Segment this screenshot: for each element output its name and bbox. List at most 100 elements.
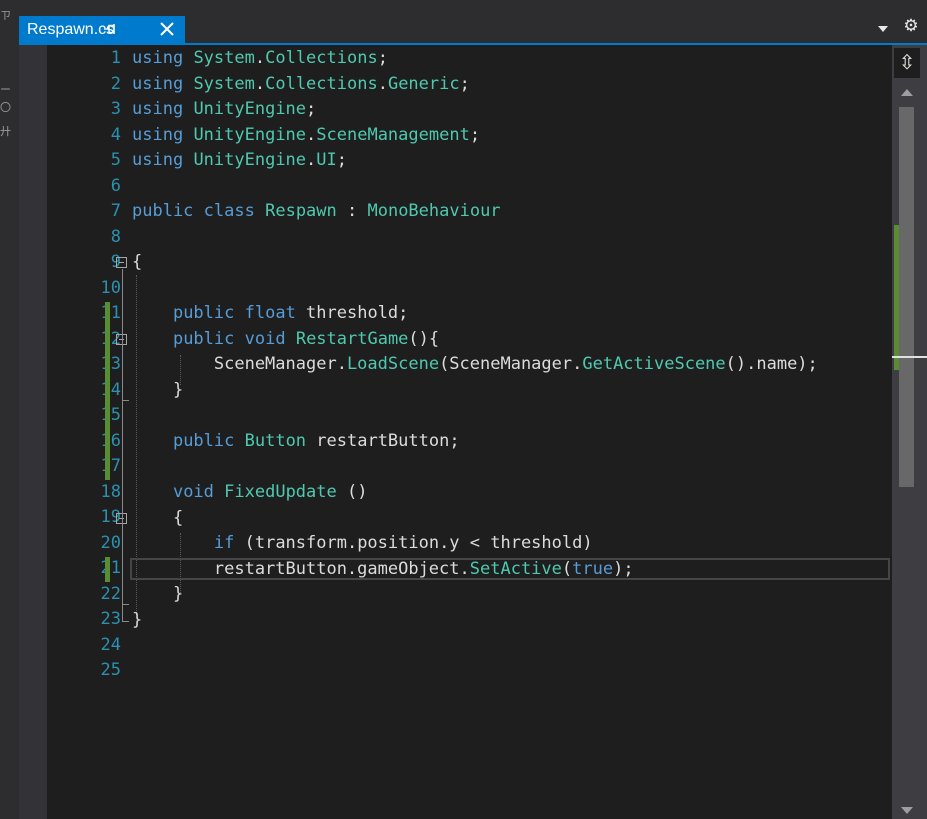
line-number: 24 — [100, 634, 121, 655]
code-token: SceneManagement — [316, 125, 470, 145]
chevron-down-icon[interactable] — [876, 22, 890, 36]
code-token: . — [306, 150, 317, 170]
code-token: class — [203, 201, 255, 221]
line-number: 14 — [100, 379, 121, 400]
caret-position-marker — [892, 356, 927, 358]
code-token: float — [244, 303, 296, 323]
code-token: using — [132, 150, 184, 170]
code-line[interactable]: { — [132, 506, 183, 531]
left-strip-glyph: 〇 — [0, 102, 11, 114]
code-line[interactable]: restartButton.gameObject.SetActive(true)… — [132, 557, 634, 582]
code-line[interactable]: if (transform.position.y < threshold) — [132, 531, 593, 556]
scrollbar-thumb[interactable] — [899, 107, 914, 487]
line-number: 12 — [100, 328, 121, 349]
code-line[interactable]: } — [132, 378, 183, 403]
fold-line — [122, 400, 129, 401]
code-token: () — [336, 482, 368, 502]
line-number: 21 — [100, 558, 121, 578]
code-token: Respawn — [265, 201, 337, 221]
code-line[interactable]: public float threshold; — [132, 301, 408, 326]
code-token: ; — [469, 125, 481, 145]
code-token: . — [254, 48, 266, 68]
code-token: public — [172, 431, 235, 451]
fold-toggle[interactable] — [116, 257, 127, 268]
change-marker — [105, 302, 110, 480]
code-token: SetActive — [469, 559, 562, 579]
code-token: ; — [306, 99, 317, 119]
tab-respawn-cs[interactable]: Respawn.cs — [19, 16, 185, 43]
code-token: using — [132, 99, 184, 119]
line-number: 6 — [110, 175, 121, 196]
code-token: FixedUpdate — [224, 482, 337, 502]
code-token: Generic — [387, 74, 460, 94]
line-number: 16 — [100, 430, 121, 451]
scroll-down-icon[interactable] — [900, 805, 914, 817]
line-number: 11 — [100, 303, 121, 323]
code-line[interactable]: public void RestartGame(){ — [132, 327, 439, 352]
code-token: threshold; — [295, 303, 409, 323]
code-token: ; — [459, 74, 470, 94]
code-line[interactable]: using UnityEngine; — [132, 97, 316, 122]
code-line[interactable]: void FixedUpdate () — [132, 480, 368, 505]
code-token: restartButton; — [306, 431, 460, 451]
left-toolwindow-strip[interactable]: ㄗ ー 〇 廾 — [0, 0, 19, 819]
line-number: 9 — [110, 252, 121, 272]
code-token: : — [336, 201, 368, 221]
code-token: MonoBehaviour — [367, 201, 501, 221]
code-line[interactable]: using System.Collections.Generic; — [132, 72, 470, 97]
code-line[interactable]: using System.Collections; — [132, 46, 388, 71]
vertical-scrollbar[interactable]: ⇳ — [892, 45, 927, 819]
code-token: . — [306, 125, 317, 145]
code-line[interactable]: SceneManager.LoadScene(SceneManager.GetA… — [132, 352, 818, 377]
code-token: public — [132, 201, 194, 221]
code-token: GetActiveScene — [582, 354, 726, 374]
code-line[interactable]: public class Respawn : MonoBehaviour — [132, 199, 501, 224]
line-number: 1 — [110, 48, 121, 68]
code-token: true — [572, 559, 614, 579]
gear-icon[interactable]: ⚙ — [902, 17, 920, 35]
code-line[interactable]: } — [132, 608, 142, 633]
line-number: 5 — [110, 150, 121, 170]
pin-icon[interactable] — [102, 21, 118, 37]
code-line[interactable]: public Button restartButton; — [132, 429, 460, 454]
code-editor[interactable]: 1 2 3 4 5 6 7 8 9 10 11 12 13 14 15 16 17 18 19 20 21 22 23 24 2… — [19, 45, 892, 819]
line-number: 18 — [100, 481, 121, 502]
code-line[interactable]: using UnityEngine.SceneManagement; — [132, 123, 480, 148]
code-token: System — [193, 48, 255, 68]
code-token: using — [132, 125, 184, 145]
close-icon[interactable] — [158, 20, 176, 38]
code-token: RestartGame — [295, 329, 409, 349]
code-token: UnityEngine — [193, 150, 307, 170]
code-token: . — [377, 74, 388, 94]
code-line[interactable]: using UnityEngine.UI; — [132, 148, 347, 173]
code-token: LoadScene — [346, 354, 440, 374]
line-number: 25 — [100, 660, 121, 680]
code-token: UnityEngine — [193, 125, 307, 145]
document-tab-bar: Respawn.cs — [19, 0, 927, 44]
code-token: UI — [316, 150, 337, 170]
code-token: void — [172, 482, 214, 502]
editor-margin — [19, 45, 47, 819]
code-token: System — [193, 74, 255, 94]
scroll-up-icon[interactable] — [900, 86, 914, 98]
code-line[interactable]: { — [132, 250, 142, 275]
change-marker — [105, 557, 110, 582]
code-token: ( — [561, 559, 573, 579]
line-number: 20 — [100, 532, 121, 553]
line-number: 3 — [110, 99, 121, 119]
code-token: ; — [336, 150, 348, 170]
split-icon[interactable]: ⇳ — [894, 48, 920, 78]
fold-line — [122, 269, 123, 621]
code-line[interactable]: } — [132, 582, 183, 607]
left-strip-glyph: ー — [0, 84, 11, 96]
